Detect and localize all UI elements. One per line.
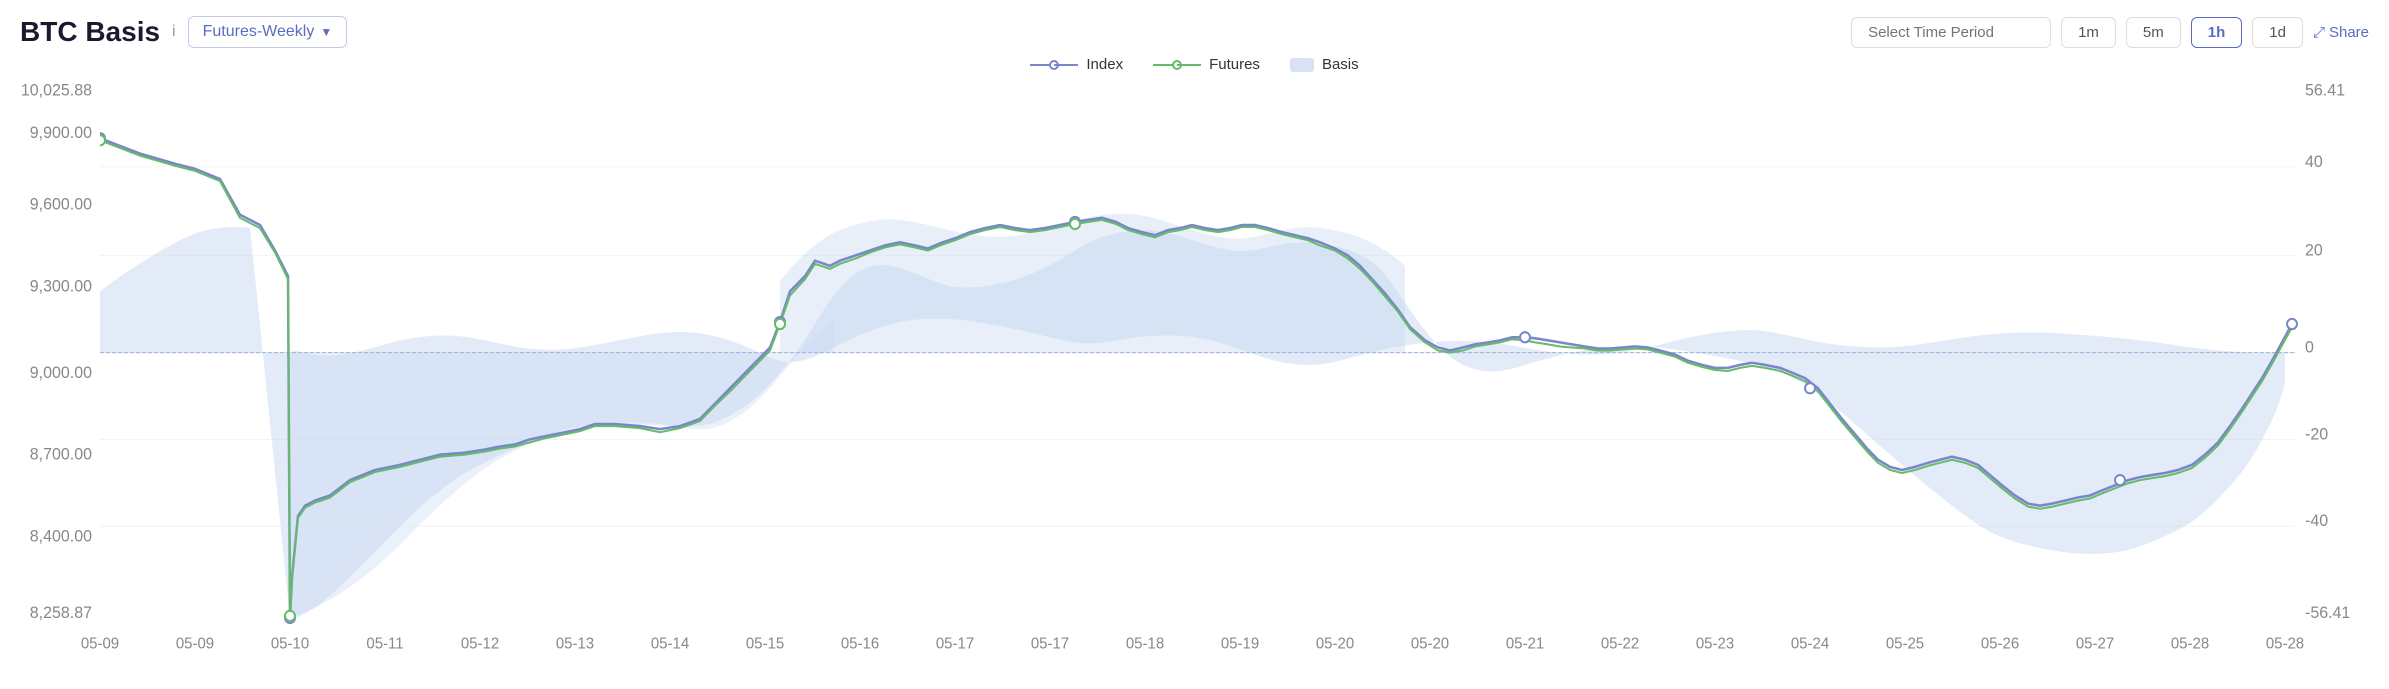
info-icon[interactable]: i [172, 23, 176, 41]
svg-text:05-14: 05-14 [651, 635, 689, 652]
legend-futures: Futures [1153, 56, 1260, 73]
svg-text:05-18: 05-18 [1126, 635, 1164, 652]
svg-text:05-16: 05-16 [841, 635, 879, 652]
svg-text:9,900.00: 9,900.00 [30, 124, 92, 142]
svg-text:05-23: 05-23 [1696, 635, 1734, 652]
svg-text:10,025.88: 10,025.88 [21, 81, 92, 99]
share-icon: ⤢ [2313, 24, 2325, 41]
time-btn-1d[interactable]: 1d [2252, 17, 2303, 48]
main-chart-svg: 10,025.88 9,900.00 9,600.00 9,300.00 9,0… [20, 77, 2369, 669]
svg-text:05-20: 05-20 [1411, 635, 1449, 652]
svg-text:9,300.00: 9,300.00 [30, 277, 92, 295]
svg-text:-20: -20 [2305, 425, 2328, 443]
svg-text:05-13: 05-13 [556, 635, 594, 652]
svg-text:-40: -40 [2305, 512, 2328, 530]
svg-text:05-28: 05-28 [2171, 635, 2209, 652]
svg-text:56.41: 56.41 [2305, 81, 2345, 99]
svg-text:05-20: 05-20 [1316, 635, 1354, 652]
svg-text:9,600.00: 9,600.00 [30, 196, 92, 214]
time-period-input[interactable] [1851, 17, 2051, 48]
svg-text:05-09: 05-09 [176, 635, 214, 652]
header-left: BTC Basis i Futures-Weekly ▼ [20, 16, 347, 48]
header: BTC Basis i Futures-Weekly ▼ 1m 5m 1h 1d… [20, 16, 2369, 48]
svg-text:05-28: 05-28 [2266, 635, 2304, 652]
time-btn-5m[interactable]: 5m [2126, 17, 2181, 48]
svg-text:05-19: 05-19 [1221, 635, 1259, 652]
futures-weekly-dropdown[interactable]: Futures-Weekly ▼ [188, 16, 348, 48]
legend-basis: Basis [1290, 56, 1359, 73]
futures-line-icon2 [1177, 64, 1201, 66]
svg-text:05-27: 05-27 [2076, 635, 2114, 652]
svg-text:8,258.87: 8,258.87 [30, 604, 92, 622]
svg-text:05-22: 05-22 [1601, 635, 1639, 652]
header-right: 1m 5m 1h 1d ⤢ Share [1851, 17, 2369, 48]
chart-area: 10,025.88 9,900.00 9,600.00 9,300.00 9,0… [20, 77, 2369, 669]
basis-area-icon [1290, 58, 1314, 72]
time-btn-1m[interactable]: 1m [2061, 17, 2116, 48]
legend: Index Futures Basis [20, 56, 2369, 73]
svg-text:0: 0 [2305, 338, 2314, 356]
share-button[interactable]: ⤢ Share [2313, 24, 2369, 41]
svg-text:05-25: 05-25 [1886, 635, 1924, 652]
chart-title: BTC Basis [20, 16, 160, 48]
svg-text:05-10: 05-10 [271, 635, 309, 652]
svg-text:05-17: 05-17 [1031, 635, 1069, 652]
svg-text:40: 40 [2305, 153, 2323, 171]
svg-text:8,400.00: 8,400.00 [30, 527, 92, 545]
svg-text:05-24: 05-24 [1791, 635, 1829, 652]
svg-text:05-26: 05-26 [1981, 635, 2019, 652]
legend-basis-label: Basis [1322, 56, 1359, 73]
legend-index-label: Index [1086, 56, 1123, 73]
svg-text:9,000.00: 9,000.00 [30, 364, 92, 382]
svg-text:20: 20 [2305, 241, 2323, 259]
svg-text:8,700.00: 8,700.00 [30, 446, 92, 464]
time-btn-1h[interactable]: 1h [2191, 17, 2243, 48]
legend-index: Index [1030, 56, 1123, 73]
svg-text:-56.41: -56.41 [2305, 604, 2350, 622]
svg-text:05-12: 05-12 [461, 635, 499, 652]
index-line-icon2 [1054, 64, 1078, 66]
legend-futures-label: Futures [1209, 56, 1260, 73]
chart-container: BTC Basis i Futures-Weekly ▼ 1m 5m 1h 1d… [0, 0, 2389, 689]
svg-text:05-17: 05-17 [936, 635, 974, 652]
svg-text:05-15: 05-15 [746, 635, 784, 652]
svg-text:05-21: 05-21 [1506, 635, 1544, 652]
svg-text:05-09: 05-09 [81, 635, 119, 652]
svg-text:05-11: 05-11 [366, 635, 403, 652]
